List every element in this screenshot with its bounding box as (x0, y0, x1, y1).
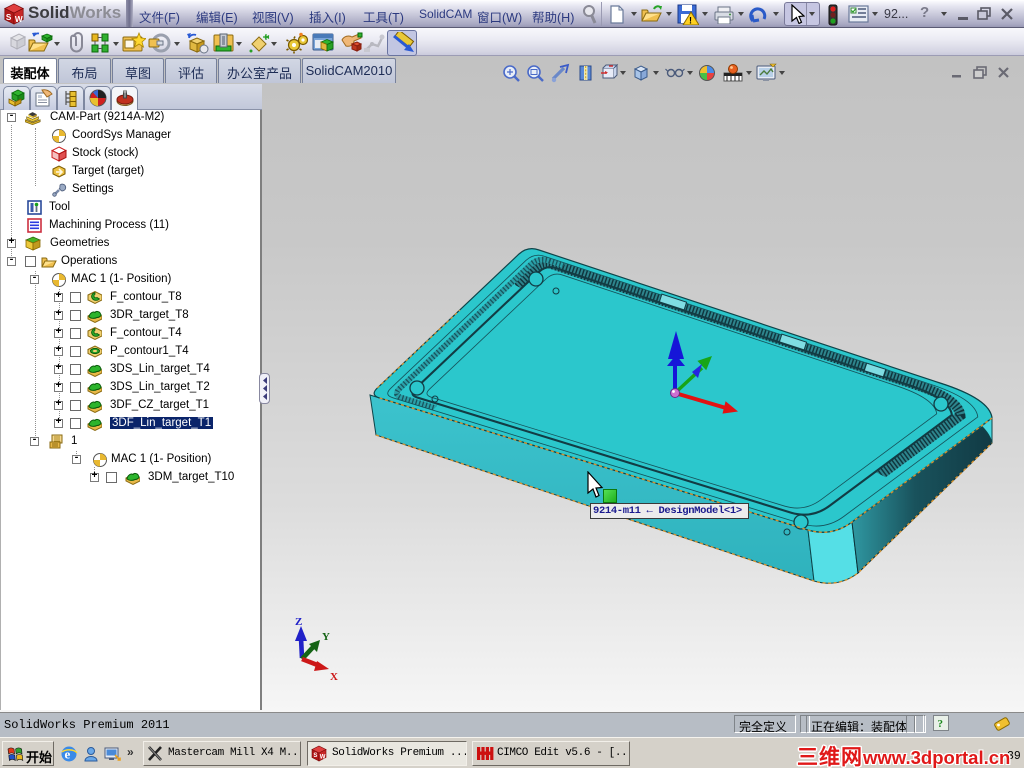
svg-text:S: S (6, 13, 12, 22)
svg-text:X: X (330, 671, 338, 682)
svg-text:e: e (65, 747, 71, 762)
svg-text:S: S (313, 753, 317, 759)
svg-text:Y: Y (322, 631, 330, 643)
svg-text:!: ! (689, 16, 692, 26)
svg-text:Z: Z (295, 616, 302, 628)
svg-text:W: W (15, 15, 23, 24)
svg-text:W: W (320, 755, 326, 761)
svg-text:?: ? (938, 718, 944, 730)
